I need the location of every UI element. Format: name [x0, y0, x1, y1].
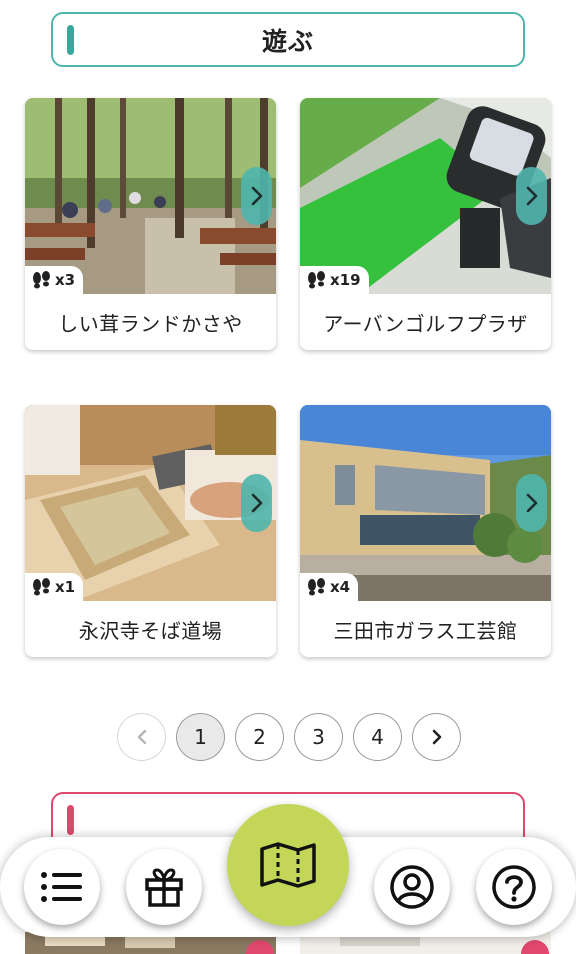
spot-card[interactable]: x1 永沢寺そば道場 [25, 405, 276, 657]
visit-badge: x3 [25, 266, 84, 294]
footprints-icon [33, 271, 50, 289]
chevron-right-icon [526, 186, 537, 206]
chevron-right-icon [251, 186, 262, 206]
visit-count: x19 [330, 271, 361, 289]
header-accent-bar [67, 805, 74, 835]
account-button[interactable] [374, 849, 450, 925]
card-arrow-button[interactable] [241, 474, 272, 532]
map-button[interactable] [227, 804, 349, 926]
visit-badge: x1 [25, 573, 84, 601]
prev-page-button[interactable] [117, 713, 166, 761]
page-button-2[interactable]: 2 [235, 713, 284, 761]
spot-name: しい茸ランドかさや [58, 311, 243, 336]
footprints-icon [308, 578, 325, 596]
list-icon [41, 872, 82, 902]
page-button-4[interactable]: 4 [353, 713, 402, 761]
footprints-icon [33, 578, 50, 596]
section-title: 遊ぶ [261, 26, 314, 56]
chevron-right-icon [526, 493, 537, 513]
gift-icon [145, 868, 183, 907]
section-header: 遊ぶ [51, 12, 525, 67]
card-arrow-button[interactable] [516, 167, 547, 225]
spot-card[interactable]: x19 アーバンゴルフプラザ [300, 98, 551, 350]
footprints-icon [308, 271, 325, 289]
card-arrow-button[interactable] [241, 167, 272, 225]
visit-count: x1 [55, 578, 76, 596]
spot-photo [25, 98, 276, 294]
list-button[interactable] [24, 849, 100, 925]
next-page-button[interactable] [412, 713, 461, 761]
spot-name: 三田市ガラス工芸館 [333, 618, 518, 643]
chevron-right-icon [251, 493, 262, 513]
visit-badge: x4 [300, 573, 359, 601]
spot-photo [300, 98, 551, 294]
chevron-right-icon [432, 729, 441, 745]
help-icon [492, 865, 536, 909]
visit-count: x4 [330, 578, 351, 596]
visit-badge: x19 [300, 266, 369, 294]
user-icon [390, 865, 434, 909]
help-button[interactable] [476, 849, 552, 925]
gift-button[interactable] [126, 849, 202, 925]
spot-card[interactable]: x3 しい茸ランドかさや [25, 98, 276, 350]
spot-name: アーバンゴルフプラザ [323, 311, 528, 336]
spot-photo [25, 405, 276, 601]
page-button-1[interactable]: 1 [176, 713, 225, 761]
page-button-3[interactable]: 3 [294, 713, 343, 761]
pagination: 1 2 3 4 [117, 713, 461, 761]
spot-name: 永沢寺そば道場 [78, 618, 223, 643]
card-arrow-button[interactable] [516, 474, 547, 532]
header-accent-bar [67, 25, 74, 55]
spot-photo [300, 405, 551, 601]
visit-count: x3 [55, 271, 76, 289]
spot-card[interactable]: x4 三田市ガラス工芸館 [300, 405, 551, 657]
chevron-left-icon [137, 729, 146, 745]
map-icon [260, 842, 316, 888]
